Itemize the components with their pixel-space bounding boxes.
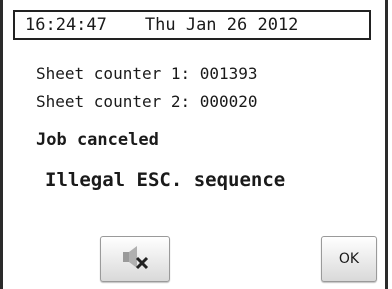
job-status: Job canceled (36, 130, 159, 150)
sheet-counter-1: Sheet counter 1: 001393 (36, 64, 258, 83)
clock-date: Thu Jan 26 2012 (144, 15, 299, 35)
status-header: 16:24:47 Thu Jan 26 2012 (13, 10, 371, 40)
sheet-counter-2: Sheet counter 2: 000020 (36, 92, 258, 111)
speaker-muted-icon (120, 244, 150, 274)
error-message: Illegal ESC. sequence (45, 169, 286, 191)
clock-time: 16:24:47 (25, 15, 107, 35)
mute-button[interactable] (100, 236, 170, 282)
printer-display: 16:24:47 Thu Jan 26 2012 Sheet counter 1… (0, 0, 388, 289)
ok-button[interactable]: OK (321, 236, 377, 282)
